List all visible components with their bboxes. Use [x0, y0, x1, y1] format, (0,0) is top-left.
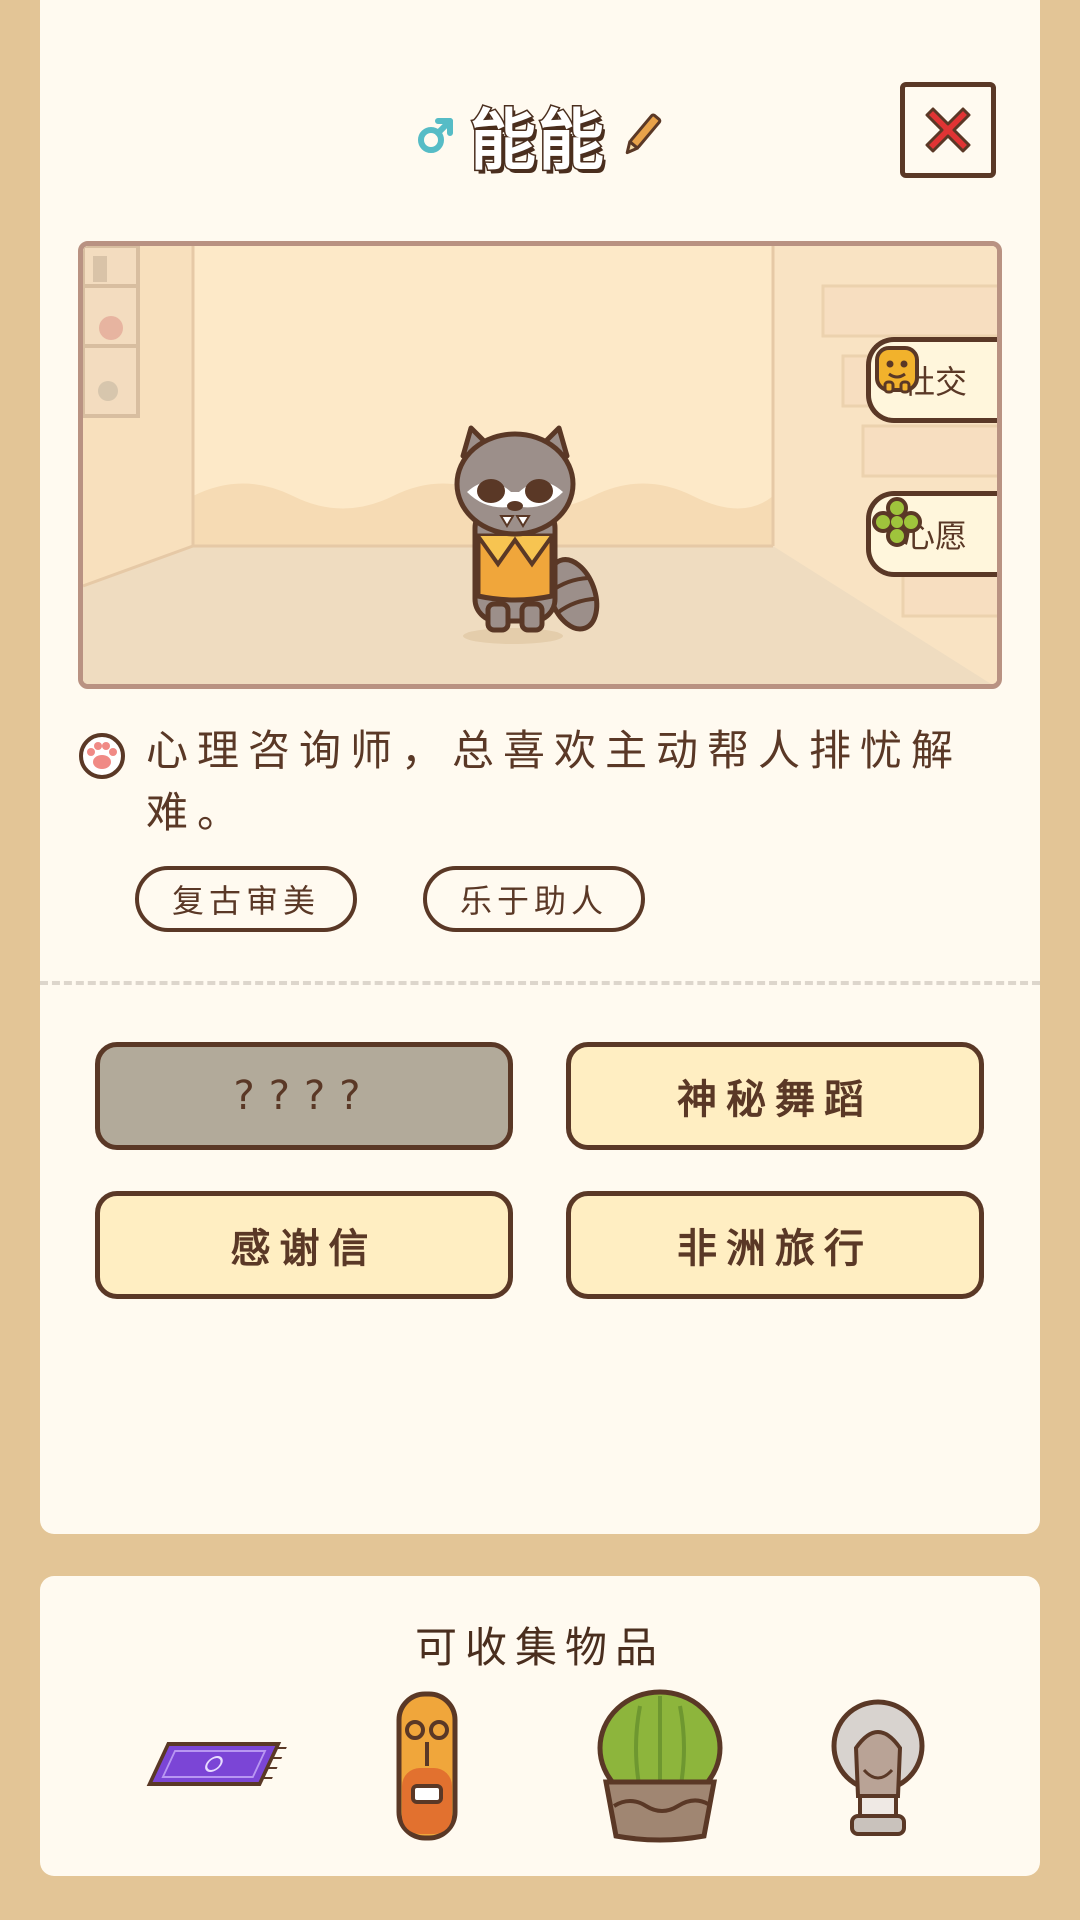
description-text: 心理咨询师，总喜欢主动帮人排忧解难。 [146, 726, 963, 837]
collectibles-title: 可收集物品 [414, 1623, 665, 1672]
edit-pencil-icon[interactable] [620, 110, 664, 160]
character-room-scene: 社交 心愿 [78, 241, 1002, 689]
skill-button-mystic-dance[interactable]: 神秘舞蹈 [566, 1042, 984, 1150]
dashed-divider [40, 981, 1040, 985]
purple-rug-icon[interactable] [128, 1686, 288, 1846]
trait-tag: 复古审美 [135, 866, 357, 932]
cactus-pot-icon[interactable] [580, 1686, 740, 1846]
social-face-icon [875, 346, 919, 394]
skill-button-thank-you-letter[interactable]: 感谢信 [95, 1191, 513, 1299]
close-button[interactable] [900, 82, 996, 178]
character-header: 能能 [40, 95, 1040, 181]
room-illustration [83, 246, 997, 684]
close-icon [925, 107, 971, 153]
wish-clover-icon [872, 497, 922, 547]
skill-button-locked[interactable]: ???? [95, 1042, 513, 1150]
wish-button[interactable]: 心愿 [866, 491, 997, 577]
paw-icon [79, 733, 125, 779]
skill-button-africa-trip[interactable]: 非洲旅行 [566, 1191, 984, 1299]
bust-lamp-icon[interactable] [798, 1686, 958, 1846]
trait-tag: 乐于助人 [423, 866, 645, 932]
social-button[interactable]: 社交 [866, 337, 997, 423]
trait-tags: 复古审美 乐于助人 [135, 866, 645, 932]
character-name: 能能 [469, 101, 606, 181]
character-description: 心理咨询师，总喜欢主动帮人排忧解难。 [78, 720, 998, 844]
character-card: 能能 社交 心愿 心理咨询师，总喜欢主动帮人排忧解难。 复古审美 乐于助人 ??… [40, 0, 1040, 1534]
male-symbol-icon [418, 118, 453, 153]
collectibles-card: 可收集物品 [40, 1576, 1040, 1876]
tiki-totem-icon[interactable] [347, 1686, 507, 1846]
